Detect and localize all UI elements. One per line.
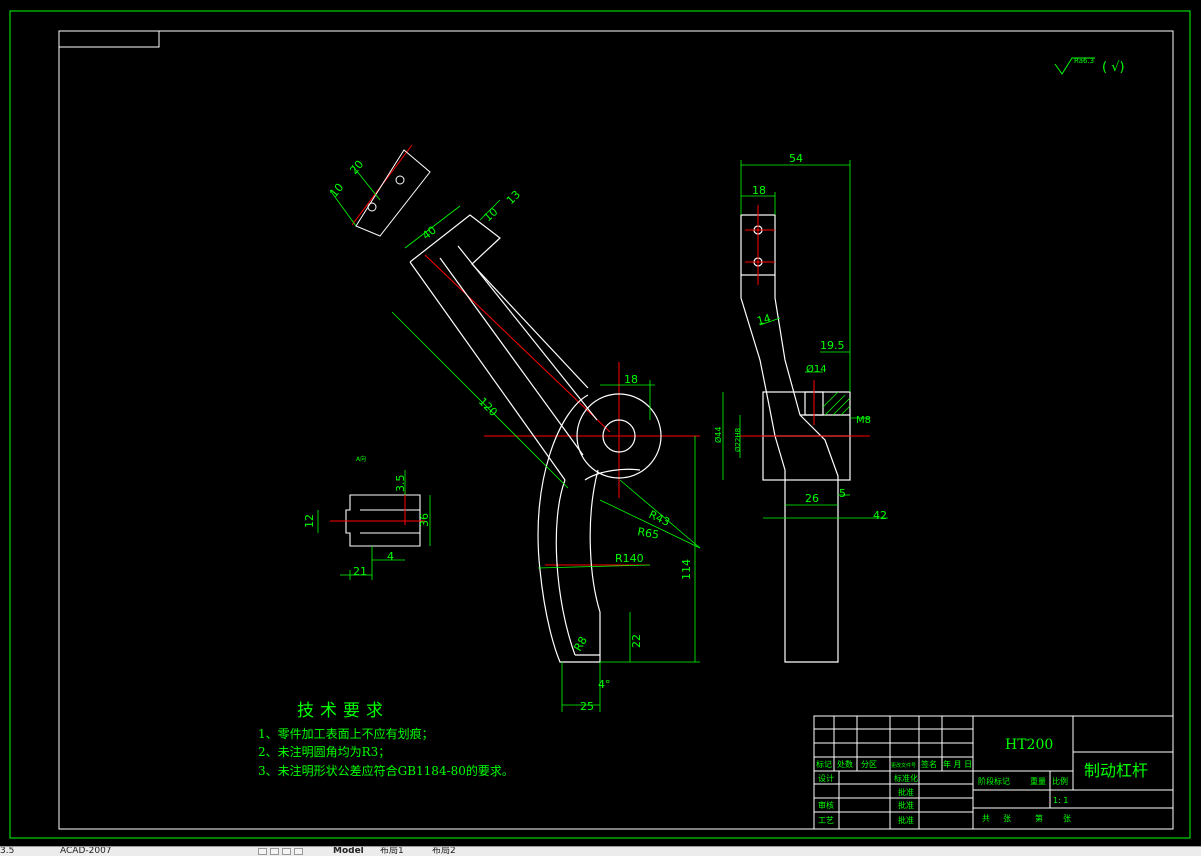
dim-phi22: Ø22H8: [734, 428, 742, 452]
dim-r8: R8: [571, 634, 590, 653]
part-name: 制动杠杆: [1084, 761, 1148, 780]
dim-120: 120: [476, 395, 500, 419]
tech-item-3: 3、未注明形状公差应符合GB1184-80的要求。: [258, 763, 514, 778]
tb-header-2: 处数: [837, 759, 853, 769]
dim-r43: R43: [647, 508, 672, 529]
tb-header-4: 更改文件号: [891, 762, 916, 769]
tab-prev-button[interactable]: [270, 848, 279, 855]
dim-26: 26: [805, 492, 819, 505]
tb-header-3: 分区: [861, 760, 877, 769]
roughness-suffix: ( √): [1102, 60, 1125, 75]
tb-header-6: 年 月 日: [943, 759, 972, 769]
dim-10a: 10: [327, 181, 346, 200]
slot-detail-view: [329, 149, 431, 237]
dim-12: 12: [303, 514, 316, 528]
section-label: A向: [356, 455, 366, 463]
dim-25: 25: [580, 700, 594, 713]
tech-requirements-title: 技术要求: [297, 701, 389, 721]
dim-r140: R140: [615, 552, 644, 565]
tb-approve-2: 批准: [898, 815, 914, 825]
tech-item-2: 2、未注明圆角均为R3；: [258, 744, 390, 759]
sheet-inner-border: [58, 30, 1174, 830]
dim-m8: M8: [856, 415, 871, 426]
tb-ratio: 比例: [1052, 776, 1068, 786]
dim-4: 4: [387, 550, 394, 563]
tb-sheets-4: 张: [1063, 814, 1071, 823]
code-box: [58, 30, 160, 48]
tb-design: 设计: [818, 773, 834, 783]
dim-114: 114: [680, 559, 693, 580]
drawing-canvas[interactable]: Ra6.3 ( √) 120 40 10 13 18 R43 R65 R140 …: [0, 0, 1201, 846]
tb-weight: 重量: [1030, 776, 1046, 786]
tb-process: 工艺: [818, 816, 834, 825]
tab-next-button[interactable]: [282, 848, 291, 855]
dim-5: 5: [839, 487, 846, 500]
tb-sheets-1: 共: [982, 814, 990, 823]
tb-scale: 1: 1: [1053, 796, 1068, 805]
material: HT200: [1005, 737, 1053, 753]
tb-sheets-3: 第: [1035, 813, 1043, 823]
dim-r65: R65: [636, 525, 660, 542]
dim-3-5: 3.5: [394, 475, 407, 493]
dim-18a: 18: [624, 373, 638, 386]
tb-sheets-2: 张: [1003, 814, 1011, 823]
dim-13: 13: [504, 188, 523, 207]
dim-14a: 14: [755, 312, 772, 328]
front-view: 120 40 10 13 18 R43 R65 R140 114 22 R8 4…: [351, 144, 701, 713]
sheet-outer-border: [9, 10, 1191, 839]
tb-approve: 批准: [898, 800, 914, 810]
dim-19-5: 19.5: [820, 339, 845, 352]
tb-standard: 标准化: [894, 773, 918, 783]
dim-phi44: Ø44: [713, 427, 723, 443]
section-view-a: A向 3.5 12 36 21 4: [303, 455, 431, 580]
tb-header-1: 标记: [816, 759, 832, 769]
title-block-labels: 标记 处数 分区 更改文件号 签名 年 月 日 设计 标准化 阶段标记 重量 比…: [816, 759, 1071, 825]
dim-18b: 18: [752, 184, 766, 197]
tab-first-button[interactable]: [258, 848, 267, 855]
tech-item-1: 1、零件加工表面上不应有划痕；: [258, 726, 434, 741]
dim-40: 40: [420, 224, 439, 243]
dim-22: 22: [630, 634, 643, 648]
roughness-value: Ra6.3: [1074, 57, 1094, 65]
dim-36: 36: [418, 513, 431, 527]
tb-stage-mark: 阶段标记: [978, 776, 1010, 786]
dim-10b: 10: [481, 205, 500, 224]
tb-check: 审核: [818, 800, 834, 810]
tab-last-button[interactable]: [294, 848, 303, 855]
side-view: 54 18 14 19.5 Ø14 M8 Ø44 Ø22H8 26 5 42: [713, 152, 888, 663]
dim-54: 54: [789, 152, 803, 165]
tb-header-5: 签名: [921, 759, 937, 769]
dim-20: 20: [347, 158, 366, 177]
dim-42: 42: [873, 509, 887, 522]
dim-phi14: Ø14: [806, 363, 827, 375]
dim-4deg: 4°: [598, 678, 611, 691]
dim-21: 21: [353, 565, 367, 578]
